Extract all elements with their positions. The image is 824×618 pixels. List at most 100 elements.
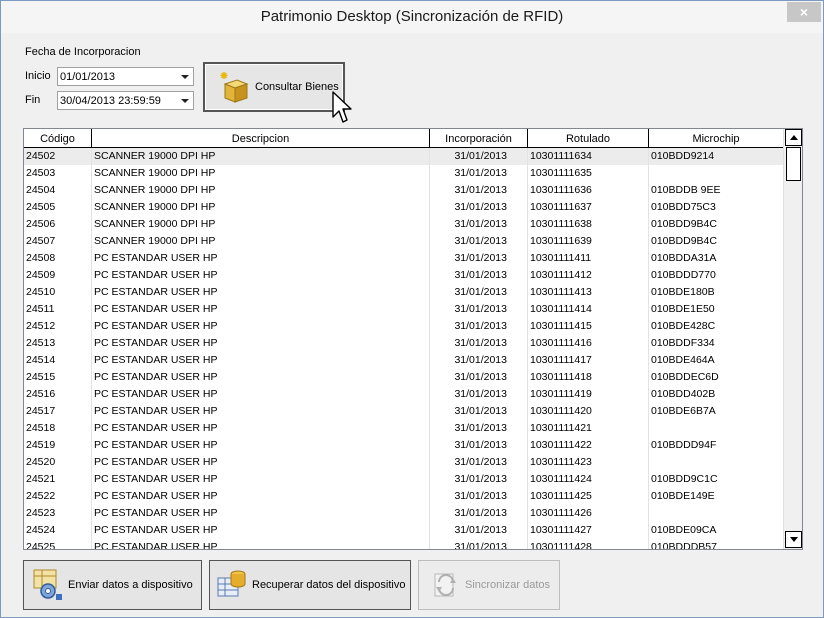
cell-incorporacion: 31/01/2013 — [430, 522, 528, 539]
cell-incorporacion: 31/01/2013 — [430, 318, 528, 335]
table-row[interactable]: 24525 PC ESTANDAR USER HP 31/01/2013 103011… — [24, 539, 783, 549]
cell-codigo: 24524 — [24, 522, 92, 539]
cell-codigo: 24516 — [24, 386, 92, 403]
table-row[interactable]: 24523 PC ESTANDAR USER HP 31/01/2013 103011… — [24, 505, 783, 522]
cell-descripcion: PC ESTANDAR USER HP — [92, 539, 430, 549]
cell-rotulado: 10301111411 — [528, 250, 649, 267]
cell-descripcion: PC ESTANDAR USER HP — [92, 454, 430, 471]
title-bar: Patrimonio Desktop (Sincronización de RF… — [1, 1, 823, 33]
cell-rotulado: 10301111415 — [528, 318, 649, 335]
cell-incorporacion: 31/01/2013 — [430, 505, 528, 522]
table-row[interactable]: 24511 PC ESTANDAR USER HP 31/01/2013 103011… — [24, 301, 783, 318]
cell-incorporacion: 31/01/2013 — [430, 369, 528, 386]
table-row[interactable]: 24513 PC ESTANDAR USER HP 31/01/2013 103011… — [24, 335, 783, 352]
scrollbar-thumb[interactable] — [786, 147, 801, 181]
end-date-value: 30/04/2013 23:59:59 — [60, 94, 161, 107]
table-row[interactable]: 24503 SCANNER 19000 DPI HP 31/01/2013 10301… — [24, 165, 783, 182]
sincronizar-datos-button[interactable]: Sincronizar datos — [418, 560, 560, 610]
cell-codigo: 24515 — [24, 369, 92, 386]
cell-rotulado: 10301111428 — [528, 539, 649, 549]
cell-codigo: 24525 — [24, 539, 92, 549]
close-button[interactable]: × — [787, 2, 821, 22]
column-header-rotulado[interactable]: Rotulado — [528, 129, 649, 148]
cell-microchip: 010BDDD770 — [651, 269, 716, 281]
cell-incorporacion: 31/01/2013 — [430, 199, 528, 216]
cell-microchip: 010BDD9C1C — [651, 473, 718, 485]
consultar-bienes-button[interactable]: Consultar Bienes — [203, 62, 345, 112]
table-row[interactable]: 24504 SCANNER 19000 DPI HP 31/01/2013 10301… — [24, 182, 783, 199]
cell-incorporacion: 31/01/2013 — [430, 267, 528, 284]
table-row[interactable]: 24509 PC ESTANDAR USER HP 31/01/2013 103011… — [24, 267, 783, 284]
table-row[interactable]: 24519 PC ESTANDAR USER HP 31/01/2013 103011… — [24, 437, 783, 454]
cell-descripcion: PC ESTANDAR USER HP — [92, 403, 430, 420]
cell-rotulado: 10301111634 — [528, 148, 649, 165]
table-row[interactable]: 24515 PC ESTANDAR USER HP 31/01/2013 103011… — [24, 369, 783, 386]
column-header-codigo[interactable]: Código — [24, 129, 92, 148]
cell-microchip: 010BDE180B — [651, 286, 715, 298]
cell-descripcion: PC ESTANDAR USER HP — [92, 488, 430, 505]
cell-codigo: 24507 — [24, 233, 92, 250]
table-row[interactable]: 24510 PC ESTANDAR USER HP 31/01/2013 103011… — [24, 284, 783, 301]
cell-codigo: 24514 — [24, 352, 92, 369]
start-date-picker[interactable]: 01/01/2013 — [57, 67, 194, 86]
table-row[interactable]: 24505 SCANNER 19000 DPI HP 31/01/2013 10301… — [24, 199, 783, 216]
bienes-table[interactable]: Código Descripcion Incorporación Rotulad… — [23, 128, 803, 550]
cell-descripcion: PC ESTANDAR USER HP — [92, 420, 430, 437]
cell-codigo: 24504 — [24, 182, 92, 199]
table-row[interactable]: 24517 PC ESTANDAR USER HP 31/01/2013 103011… — [24, 403, 783, 420]
cell-rotulado: 10301111636 — [528, 182, 649, 199]
end-date-picker[interactable]: 30/04/2013 23:59:59 — [57, 91, 194, 110]
column-header-descripcion[interactable]: Descripcion — [92, 129, 430, 148]
cell-rotulado: 10301111427 — [528, 522, 649, 539]
cell-descripcion: PC ESTANDAR USER HP — [92, 352, 430, 369]
table-row[interactable]: 24506 SCANNER 19000 DPI HP 31/01/2013 10301… — [24, 216, 783, 233]
cell-rotulado: 10301111419 — [528, 386, 649, 403]
cell-incorporacion: 31/01/2013 — [430, 233, 528, 250]
cell-microchip — [649, 165, 783, 182]
table-row[interactable]: 24514 PC ESTANDAR USER HP 31/01/2013 103011… — [24, 352, 783, 369]
cell-codigo: 24512 — [24, 318, 92, 335]
cell-descripcion: PC ESTANDAR USER HP — [92, 267, 430, 284]
cell-descripcion: PC ESTANDAR USER HP — [92, 318, 430, 335]
cell-incorporacion: 31/01/2013 — [430, 148, 528, 165]
cell-microchip: 010BDD9B4C — [651, 235, 717, 247]
mouse-cursor-icon — [332, 91, 352, 123]
table-row[interactable]: 24507 SCANNER 19000 DPI HP 31/01/2013 10301… — [24, 233, 783, 250]
chevron-down-icon[interactable] — [177, 92, 193, 109]
cell-microchip: 010BDDD94F — [651, 439, 717, 451]
cell-codigo: 24519 — [24, 437, 92, 454]
table-row[interactable]: 24521 PC ESTANDAR USER HP 31/01/2013 103011… — [24, 471, 783, 488]
cell-microchip — [649, 454, 783, 471]
table-row[interactable]: 24518 PC ESTANDAR USER HP 31/01/2013 103011… — [24, 420, 783, 437]
vertical-scrollbar[interactable] — [783, 129, 802, 549]
cell-incorporacion: 31/01/2013 — [430, 454, 528, 471]
cell-microchip: 010BDD75C3 — [651, 201, 716, 213]
cell-descripcion: PC ESTANDAR USER HP — [92, 284, 430, 301]
table-row[interactable]: 24524 PC ESTANDAR USER HP 31/01/2013 103011… — [24, 522, 783, 539]
cell-rotulado: 10301111424 — [528, 471, 649, 488]
cell-incorporacion: 31/01/2013 — [430, 250, 528, 267]
table-row[interactable]: 24508 PC ESTANDAR USER HP 31/01/2013 103011… — [24, 250, 783, 267]
scroll-down-button[interactable] — [785, 531, 802, 548]
scroll-up-button[interactable] — [785, 129, 802, 146]
column-header-microchip[interactable]: Microchip — [649, 129, 783, 148]
table-row[interactable]: 24502 SCANNER 19000 DPI HP 31/01/2013 10301… — [24, 148, 783, 165]
table-row[interactable]: 24516 PC ESTANDAR USER HP 31/01/2013 103011… — [24, 386, 783, 403]
cell-descripcion: SCANNER 19000 DPI HP — [92, 165, 430, 182]
cell-rotulado: 10301111638 — [528, 216, 649, 233]
chevron-down-icon[interactable] — [177, 68, 193, 85]
arrow-down-icon — [789, 537, 798, 542]
cell-incorporacion: 31/01/2013 — [430, 420, 528, 437]
cell-codigo: 24502 — [24, 148, 92, 165]
table-row[interactable]: 24522 PC ESTANDAR USER HP 31/01/2013 103011… — [24, 488, 783, 505]
cell-codigo: 24506 — [24, 216, 92, 233]
column-header-incorporacion[interactable]: Incorporación — [430, 129, 528, 148]
cell-codigo: 24511 — [24, 301, 92, 318]
recuperar-datos-button[interactable]: Recuperar datos del dispositivo — [209, 560, 411, 610]
cell-rotulado: 10301111421 — [528, 420, 649, 437]
enviar-datos-button[interactable]: Enviar datos a dispositivo — [23, 560, 202, 610]
table-row[interactable]: 24512 PC ESTANDAR USER HP 31/01/2013 103011… — [24, 318, 783, 335]
consultar-bienes-label: Consultar Bienes — [255, 81, 339, 93]
table-row[interactable]: 24520 PC ESTANDAR USER HP 31/01/2013 103011… — [24, 454, 783, 471]
database-table-icon — [217, 570, 246, 597]
